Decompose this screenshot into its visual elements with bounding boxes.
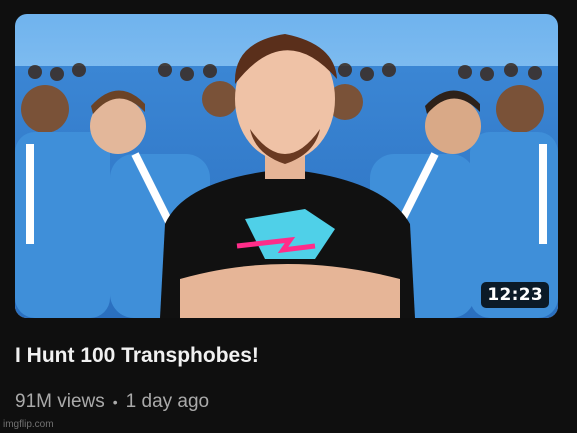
thumbnail-image bbox=[15, 14, 558, 318]
video-metadata: 91M views • 1 day ago bbox=[15, 390, 209, 414]
video-card: 12:23 I Hunt 100 Transphobes! 91M views … bbox=[0, 0, 577, 433]
view-count: 91M views bbox=[15, 391, 105, 412]
upload-age: 1 day ago bbox=[125, 391, 210, 412]
video-title[interactable]: I Hunt 100 Transphobes! bbox=[15, 343, 555, 369]
video-thumbnail[interactable]: 12:23 bbox=[15, 14, 558, 318]
duration-badge: 12:23 bbox=[481, 282, 549, 308]
imgflip-watermark: imgflip.com bbox=[3, 419, 54, 430]
meta-separator: • bbox=[112, 394, 118, 410]
